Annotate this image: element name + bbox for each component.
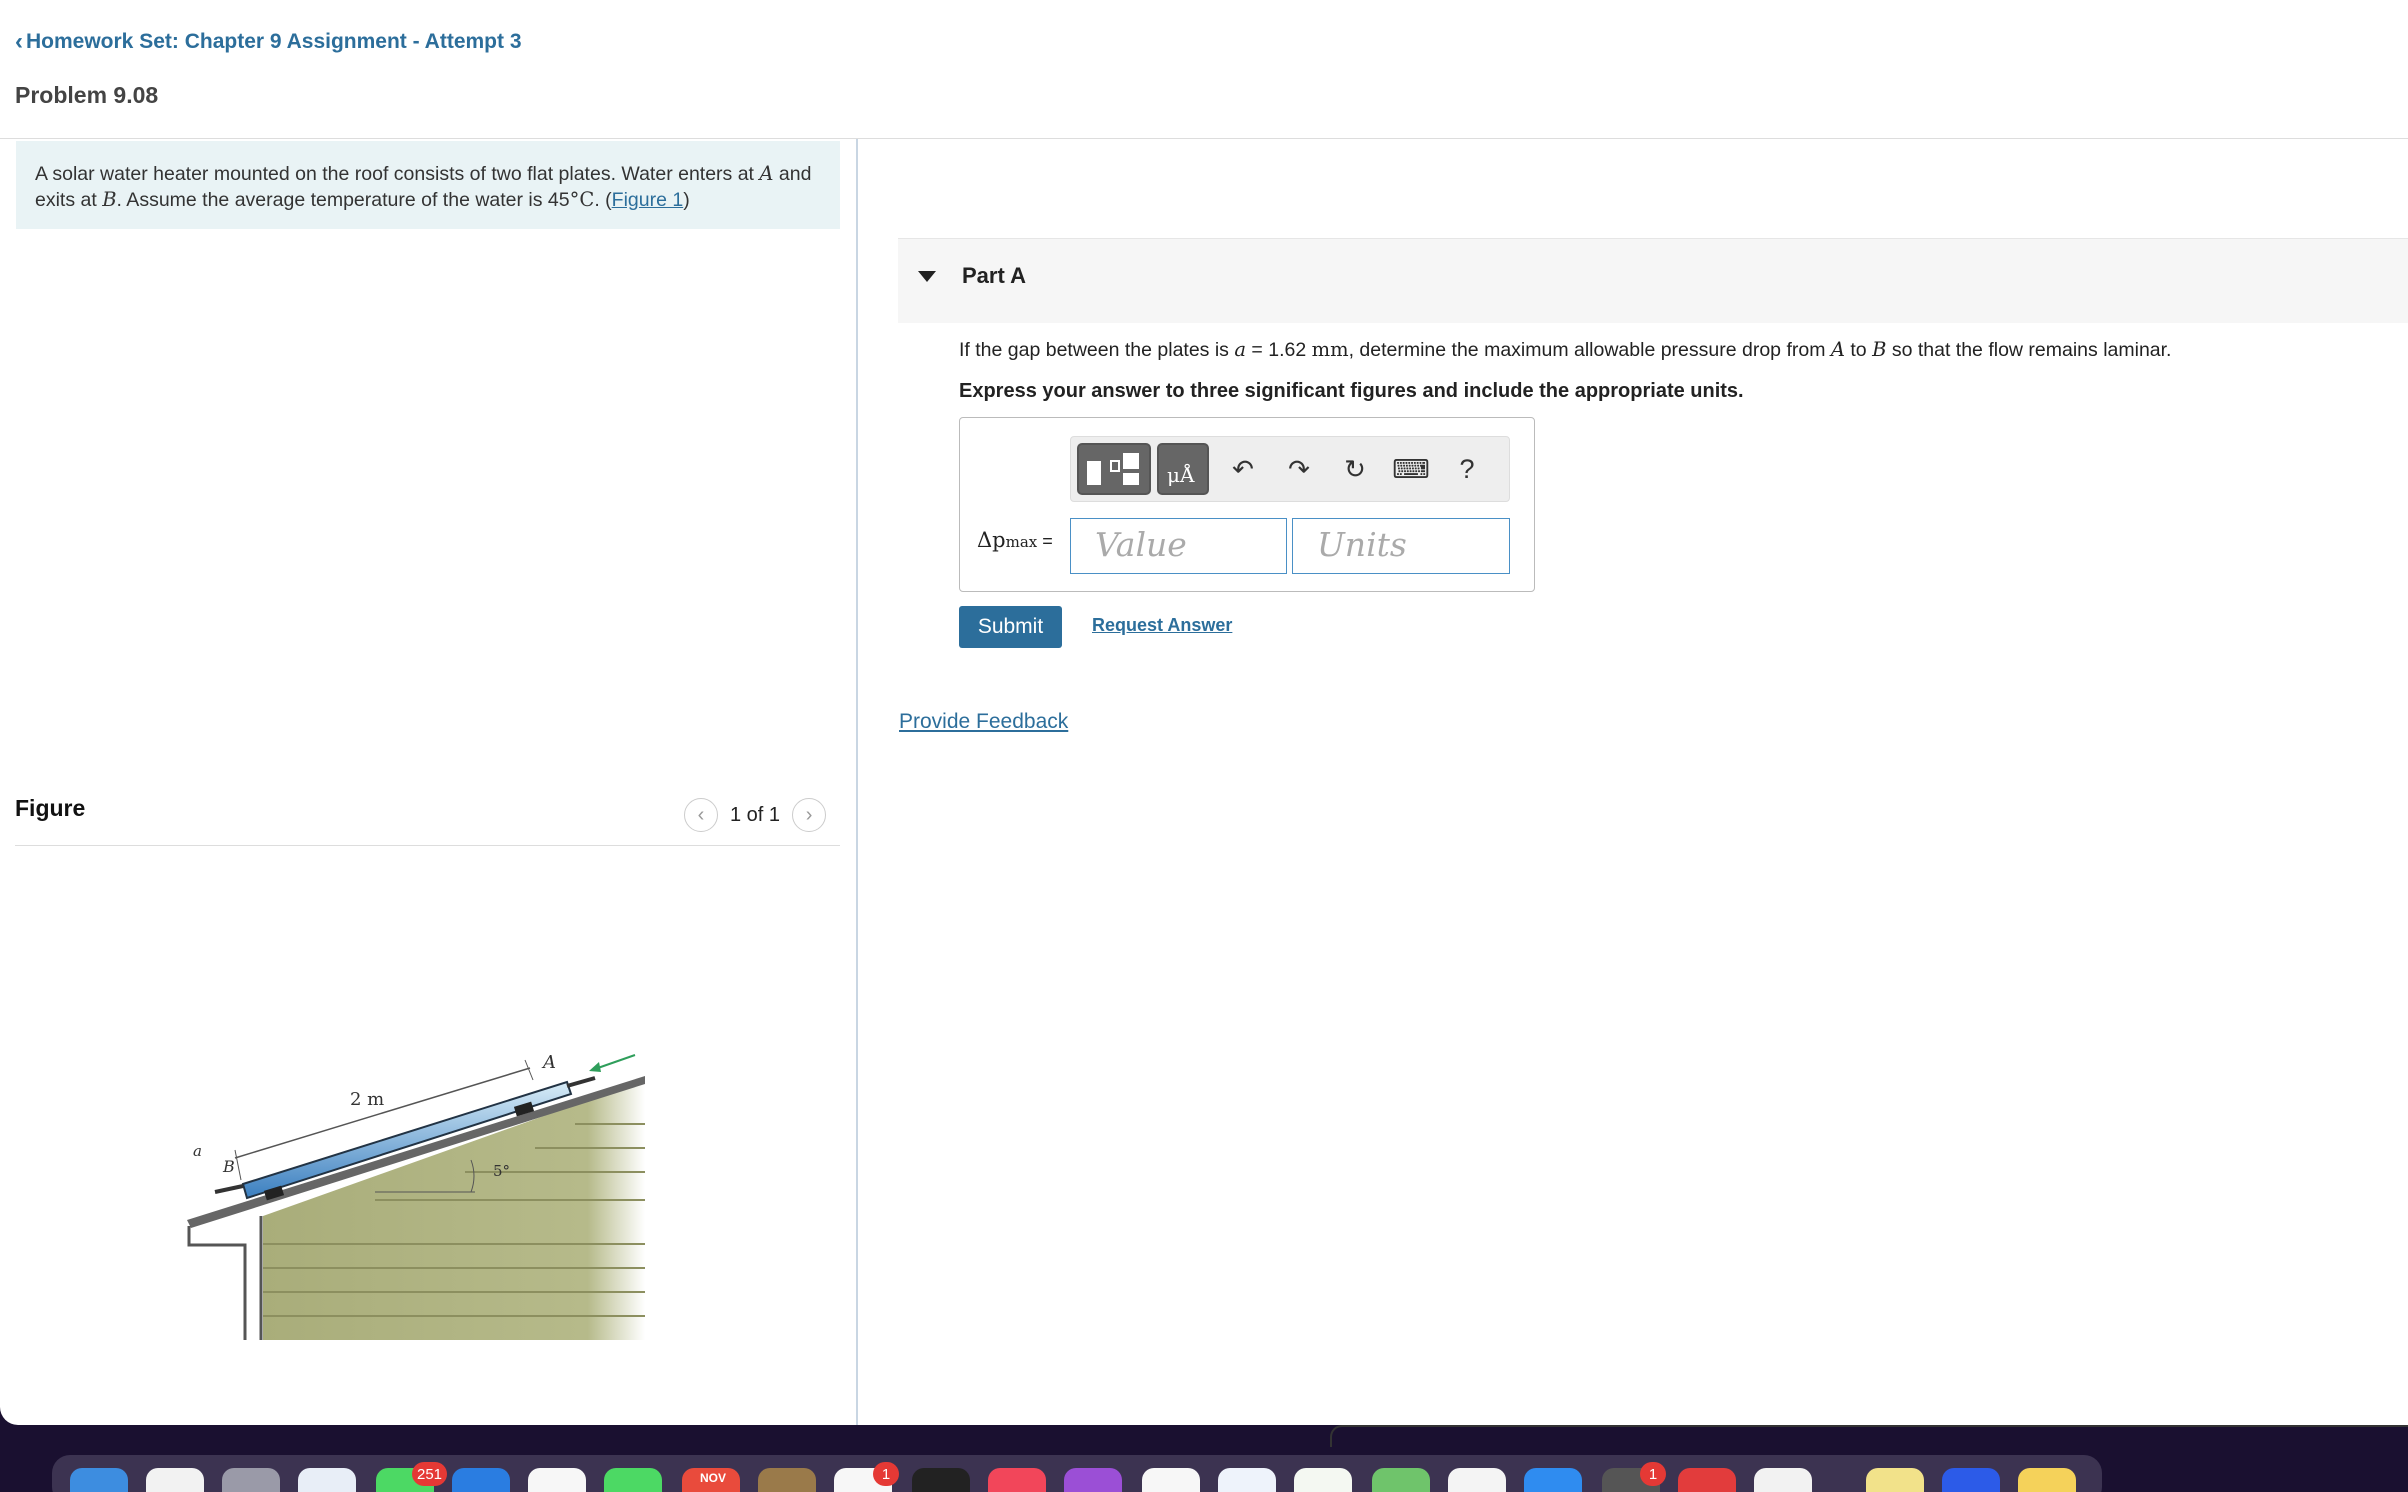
units-button[interactable]: μÅ — [1157, 443, 1209, 495]
units-mu-angstrom-icon: μÅ — [1167, 463, 1195, 487]
point-b-label: B — [222, 1157, 235, 1176]
solar-heater-figure: 2 m 5° A B a — [187, 1052, 645, 1340]
problem-statement: A solar water heater mounted on the roof… — [16, 141, 840, 229]
gap-label: a — [193, 1142, 202, 1160]
back-link[interactable]: ‹ Homework Set: Chapter 9 Assignment - A… — [15, 30, 522, 54]
question-fragment: , determine the maximum allowable pressu… — [1348, 339, 1831, 361]
mail-alt-icon[interactable] — [1678, 1468, 1736, 1492]
redo-button[interactable]: ↷ — [1271, 443, 1327, 495]
calendar-month: NOV — [699, 1471, 726, 1485]
answer-subscript: max — [1005, 533, 1038, 551]
problem-text: . ( — [594, 189, 612, 211]
chevron-right-icon: › — [805, 803, 813, 826]
templates-button[interactable] — [1077, 443, 1151, 495]
question-fragment: to — [1844, 339, 1873, 361]
figure-divider — [15, 845, 840, 846]
figure-counter: 1 of 1 — [730, 803, 781, 826]
preview-icon[interactable] — [1754, 1468, 1812, 1492]
help-icon: ? — [1459, 453, 1475, 484]
news-icon[interactable] — [1142, 1468, 1200, 1492]
var-gap: a — [1234, 338, 1246, 361]
launchpad-icon[interactable] — [222, 1468, 280, 1492]
var-a-point: A — [759, 162, 774, 185]
numbers-icon[interactable] — [1294, 1468, 1352, 1492]
app-store-icon[interactable] — [1524, 1468, 1582, 1492]
messages-badge: 251 — [412, 1462, 448, 1486]
part-label: Part A — [962, 263, 1026, 288]
figure-nav: ‹ 1 of 1 › — [684, 798, 827, 832]
problem-text: ) — [683, 189, 690, 211]
reminders-badge: 1 — [873, 1462, 899, 1486]
var-a-point: A — [1830, 338, 1845, 361]
page: ‹ Homework Set: Chapter 9 Assignment - A… — [0, 0, 2408, 1425]
undo-button[interactable]: ↶ — [1215, 443, 1271, 495]
caret-down-icon[interactable] — [918, 271, 936, 282]
keynote-icon[interactable] — [1218, 1468, 1276, 1492]
help-button[interactable]: ? — [1439, 443, 1495, 495]
answer-symbol: Δp — [977, 528, 1006, 552]
window-edge — [1330, 1425, 2408, 1447]
podcasts-icon[interactable] — [1064, 1468, 1122, 1492]
question-fragment: If the gap between the plates is — [959, 339, 1235, 361]
keyboard-button[interactable]: ⌨ — [1383, 443, 1439, 495]
angle-label: 5° — [493, 1162, 510, 1180]
units-placeholder: Units — [1317, 525, 1407, 564]
undo-icon: ↶ — [1232, 453, 1254, 484]
facetime-icon[interactable] — [604, 1468, 662, 1492]
chrome-icon[interactable] — [146, 1468, 204, 1492]
figure-title: Figure — [15, 795, 86, 821]
point-a-label: A — [541, 1052, 556, 1073]
degree-symbol: ° — [569, 188, 580, 211]
photos-icon[interactable] — [528, 1468, 586, 1492]
unit-celsius: C — [579, 188, 595, 211]
request-answer-link[interactable]: Request Answer — [1092, 615, 1232, 636]
maps-icon[interactable] — [1372, 1468, 1430, 1492]
question-fragment: = 1.62 — [1246, 339, 1312, 361]
problem-text: A solar water heater mounted on the roof… — [35, 163, 760, 185]
value-input[interactable]: Value — [1070, 518, 1287, 574]
length-label: 2 m — [350, 1089, 384, 1110]
unit-mm: mm — [1311, 338, 1349, 361]
part-a-header[interactable]: Part A — [898, 238, 2408, 323]
question-fragment: so that the flow remains laminar. — [1886, 339, 2172, 361]
answer-instruction: Express your answer to three significant… — [959, 380, 1744, 402]
problem-title: Problem 9.08 — [15, 82, 159, 108]
var-b-point: B — [102, 188, 117, 211]
books-icon[interactable] — [758, 1468, 816, 1492]
answer-box: μÅ ↶ ↷ ↻ ⌨ ? Δpmax = Value Units — [959, 417, 1535, 592]
figure-next-button[interactable]: › — [792, 798, 827, 832]
problem-text: . Assume the average temperature of the … — [116, 189, 570, 211]
chevron-left-icon: ‹ — [15, 28, 23, 55]
answer-variable: Δpmax = — [977, 528, 1053, 552]
var-b-point: B — [1872, 338, 1887, 361]
back-link-label: Homework Set: Chapter 9 Assignment - Att… — [26, 30, 522, 53]
mail-icon[interactable] — [452, 1468, 510, 1492]
finder-icon[interactable] — [70, 1468, 128, 1492]
templates-icon — [1087, 453, 1139, 485]
keyboard-icon: ⌨ — [1392, 453, 1430, 484]
safari-icon[interactable] — [298, 1468, 356, 1492]
figure-link[interactable]: Figure 1 — [612, 189, 684, 211]
system-settings-badge: 1 — [1640, 1462, 1666, 1486]
figure-prev-button[interactable]: ‹ — [684, 798, 718, 832]
question-text: If the gap between the plates is a = 1.6… — [959, 338, 2171, 362]
notes-sticky-icon[interactable] — [1866, 1468, 1924, 1492]
app-blue-icon[interactable] — [1942, 1468, 2000, 1492]
units-input[interactable]: Units — [1292, 518, 1510, 574]
equals-sign: = — [1037, 531, 1053, 551]
provide-feedback-link[interactable]: Provide Feedback — [899, 710, 1068, 734]
pages-icon[interactable] — [1448, 1468, 1506, 1492]
submit-button[interactable]: Submit — [959, 606, 1062, 648]
notes-icon[interactable] — [2018, 1468, 2076, 1492]
tv-icon[interactable] — [912, 1468, 970, 1492]
chevron-left-icon: ‹ — [697, 803, 705, 826]
redo-icon: ↷ — [1288, 453, 1310, 484]
reset-button[interactable]: ↻ — [1327, 443, 1383, 495]
music-icon[interactable] — [988, 1468, 1046, 1492]
math-toolbar: μÅ ↶ ↷ ↻ ⌨ ? — [1070, 436, 1510, 502]
value-placeholder: Value — [1095, 525, 1187, 564]
reset-icon: ↻ — [1344, 453, 1366, 484]
